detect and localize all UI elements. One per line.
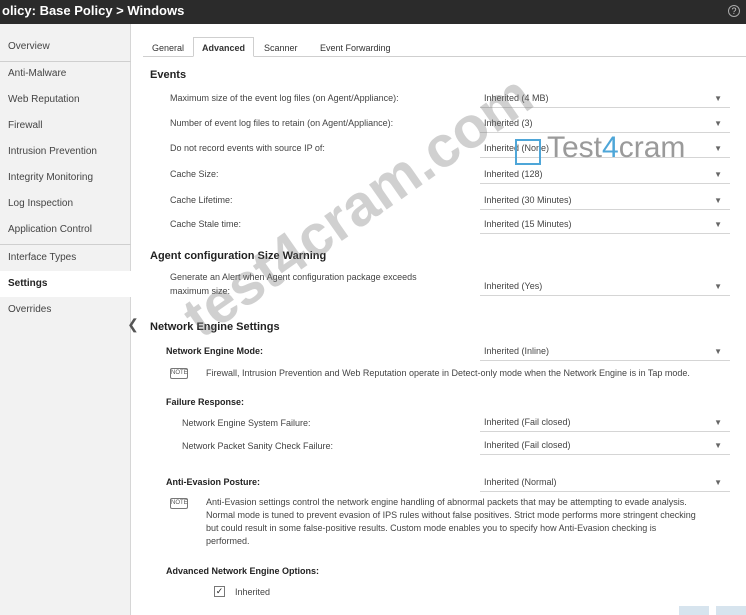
select-value: Inherited (Fail closed) <box>484 417 571 427</box>
logo-icon <box>515 139 541 165</box>
check-icon: ✓ <box>215 586 224 596</box>
page-title: olicy: Base Policy > Windows <box>2 3 185 18</box>
sidebar-item-log-inspection[interactable]: Log Inspection <box>0 191 131 217</box>
chevron-down-icon: ▼ <box>714 220 722 229</box>
tab-event-forwarding[interactable]: Event Forwarding <box>311 37 400 57</box>
cancel-button[interactable] <box>716 606 746 615</box>
chevron-down-icon: ▼ <box>714 478 722 487</box>
select-value: Inherited (Inline) <box>484 346 550 356</box>
anti-evasion-label: Anti-Evasion Posture: <box>166 477 261 487</box>
chevron-down-icon: ▼ <box>714 282 722 291</box>
sidebar-item-settings[interactable]: Settings <box>0 271 131 297</box>
sidebar: Overview Anti-Malware Web Reputation Fir… <box>0 24 131 615</box>
chevron-down-icon: ▼ <box>714 94 722 103</box>
event-log-count-label: Number of event log files to retain (on … <box>170 118 394 128</box>
chevron-down-icon: ▼ <box>714 347 722 356</box>
cache-stale-label: Cache Stale time: <box>170 219 242 229</box>
anti-note-line: Anti-Evasion settings control the networ… <box>206 497 687 507</box>
logo: Test4cram <box>515 131 746 177</box>
select-value: Inherited (Normal) <box>484 477 557 487</box>
chevron-down-icon: ▼ <box>714 418 722 427</box>
mode-note-text: Firewall, Intrusion Prevention and Web R… <box>206 368 690 378</box>
cache-lifetime-select[interactable]: Inherited (30 Minutes) ▼ <box>480 191 730 210</box>
sidebar-item-overview[interactable]: Overview <box>0 34 131 60</box>
packet-check-select[interactable]: Inherited (Fail closed) ▼ <box>480 436 730 455</box>
tab-scanner[interactable]: Scanner <box>255 37 307 57</box>
chevron-down-icon: ▼ <box>714 196 722 205</box>
sidebar-item-overrides[interactable]: Overrides <box>0 297 131 323</box>
anti-note-line: performed. <box>206 536 250 546</box>
cache-lifetime-label: Cache Lifetime: <box>170 195 233 205</box>
agent-config-alert-select[interactable]: Inherited (Yes) ▼ <box>480 277 730 296</box>
anti-note-line: but could result in some false-positive … <box>206 523 657 533</box>
sidebar-item-anti-malware[interactable]: Anti-Malware <box>0 61 131 87</box>
note-badge: NOTE <box>170 498 188 509</box>
help-icon[interactable]: ? <box>728 5 740 17</box>
tab-bar: General Advanced Scanner Event Forwardin… <box>143 37 746 57</box>
ignore-source-ip-label: Do not record events with source IP of: <box>170 143 325 153</box>
sidebar-item-web-reputation[interactable]: Web Reputation <box>0 87 131 113</box>
packet-check-label: Network Packet Sanity Check Failure: <box>182 441 334 451</box>
select-value: Inherited (Yes) <box>484 281 543 291</box>
select-value: Inherited (15 Minutes) <box>484 219 572 229</box>
select-value: Inherited (Fail closed) <box>484 440 571 450</box>
logo-text: Test4cram <box>547 131 686 164</box>
sidebar-item-intrusion-prevention[interactable]: Intrusion Prevention <box>0 139 131 165</box>
ok-button[interactable] <box>679 606 709 615</box>
advanced-options-heading: Advanced Network Engine Options: <box>166 566 320 576</box>
inherited-checkbox-label: Inherited <box>235 587 271 597</box>
system-failure-label: Network Engine System Failure: <box>182 418 311 428</box>
note-badge: NOTE <box>170 368 188 379</box>
sidebar-item-application-control[interactable]: Application Control <box>0 217 131 243</box>
network-engine-mode-label: Network Engine Mode: <box>166 346 264 356</box>
tab-advanced[interactable]: Advanced <box>193 37 255 57</box>
inherited-checkbox[interactable]: ✓ <box>214 586 225 597</box>
sidebar-item-firewall[interactable]: Firewall <box>0 113 131 139</box>
chevron-down-icon: ▼ <box>714 441 722 450</box>
event-log-size-label: Maximum size of the event log files (on … <box>170 93 399 103</box>
anti-evasion-select[interactable]: Inherited (Normal) ▼ <box>480 473 730 492</box>
system-failure-select[interactable]: Inherited (Fail closed) ▼ <box>480 413 730 432</box>
network-engine-mode-select[interactable]: Inherited (Inline) ▼ <box>480 342 730 361</box>
chevron-left-icon[interactable]: ❮ <box>127 313 139 335</box>
tab-general[interactable]: General <box>143 37 193 57</box>
anti-note-line: Normal mode is tuned to prevent evasion … <box>206 510 696 520</box>
events-heading: Events <box>150 69 187 81</box>
failure-response-heading: Failure Response: <box>166 397 245 407</box>
title-bar: olicy: Base Policy > Windows ? <box>0 0 746 24</box>
select-value: Inherited (30 Minutes) <box>484 195 572 205</box>
sidebar-item-interface-types[interactable]: Interface Types <box>0 245 131 271</box>
sidebar-item-integrity-monitoring[interactable]: Integrity Monitoring <box>0 165 131 191</box>
cache-stale-select[interactable]: Inherited (15 Minutes) ▼ <box>480 215 730 234</box>
cache-size-label: Cache Size: <box>170 169 219 179</box>
